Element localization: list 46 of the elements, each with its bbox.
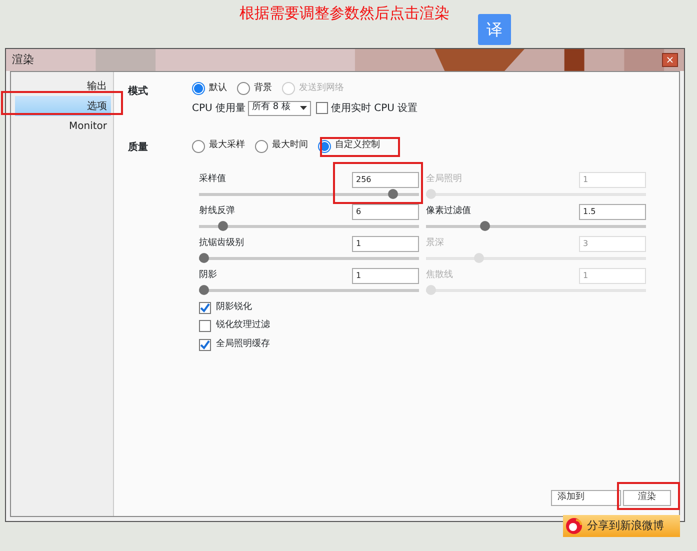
- parameter-label: 焦散线: [426, 268, 453, 282]
- parameter-label: 射线反弹: [199, 204, 235, 218]
- checkbox-option[interactable]: 锐化纹理过滤: [199, 318, 679, 334]
- parameter-label: 全局照明: [426, 172, 462, 186]
- checkbox-option[interactable]: 全局照明缓存: [199, 336, 679, 352]
- radio-option[interactable]: 最大采样: [192, 138, 245, 154]
- radio-option[interactable]: 最大时间: [255, 138, 308, 154]
- caption-text: 根据需要调整参数然后点击渲染: [240, 4, 450, 22]
- input-field[interactable]: 256: [352, 172, 419, 188]
- checkbox-option[interactable]: 使用实时 CPU 设置: [316, 100, 418, 116]
- dialog-button[interactable]: 添加到: [550, 490, 620, 506]
- window-title: 渲染: [12, 52, 34, 68]
- cpu-dropdown[interactable]: 所有 8 核: [248, 100, 312, 116]
- weibo-icon: [565, 517, 583, 535]
- dialog-button[interactable]: 渲染: [623, 490, 671, 506]
- input-field[interactable]: 1: [352, 236, 419, 252]
- parameter-label: 采样值: [199, 172, 226, 186]
- section-label: 质量: [128, 140, 149, 154]
- input-field[interactable]: 6: [352, 204, 419, 220]
- parameter-label: 像素过滤值: [426, 204, 471, 218]
- share-text: 分享到新浪微博: [587, 518, 664, 534]
- checkbox-option[interactable]: 阴影锐化: [199, 300, 679, 316]
- sidebar-item[interactable]: 输出: [15, 76, 111, 96]
- slider-thumb[interactable]: [199, 284, 209, 294]
- check-icon: [200, 340, 210, 350]
- radio-option[interactable]: 默认: [192, 82, 227, 96]
- radio-option[interactable]: 自定义控制: [318, 138, 380, 154]
- close-button[interactable]: ×: [662, 53, 678, 67]
- caret-icon: [300, 106, 308, 110]
- slider-thumb[interactable]: [388, 188, 398, 198]
- slider-thumb[interactable]: [480, 220, 490, 230]
- check-icon: [200, 302, 210, 312]
- sidebar-item[interactable]: Monitor: [15, 116, 111, 136]
- parameter-label: 景深: [426, 236, 444, 250]
- cpu-label: CPU 使用量: [192, 102, 246, 116]
- section-label: 模式: [128, 84, 149, 99]
- radio-option[interactable]: 背景: [237, 82, 272, 96]
- slider-thumb[interactable]: [218, 220, 228, 230]
- highlight-frame: [617, 482, 680, 510]
- sidebar-item[interactable]: 选项: [15, 96, 111, 116]
- parameter-label: 抗锯齿级别: [199, 236, 244, 250]
- input-field[interactable]: 1.5: [579, 204, 646, 220]
- parameter-label: 阴影: [199, 268, 217, 282]
- share-popup[interactable]: 分享到新浪微博: [563, 515, 680, 537]
- input-field[interactable]: 1: [352, 268, 419, 284]
- slider-thumb[interactable]: [199, 252, 209, 262]
